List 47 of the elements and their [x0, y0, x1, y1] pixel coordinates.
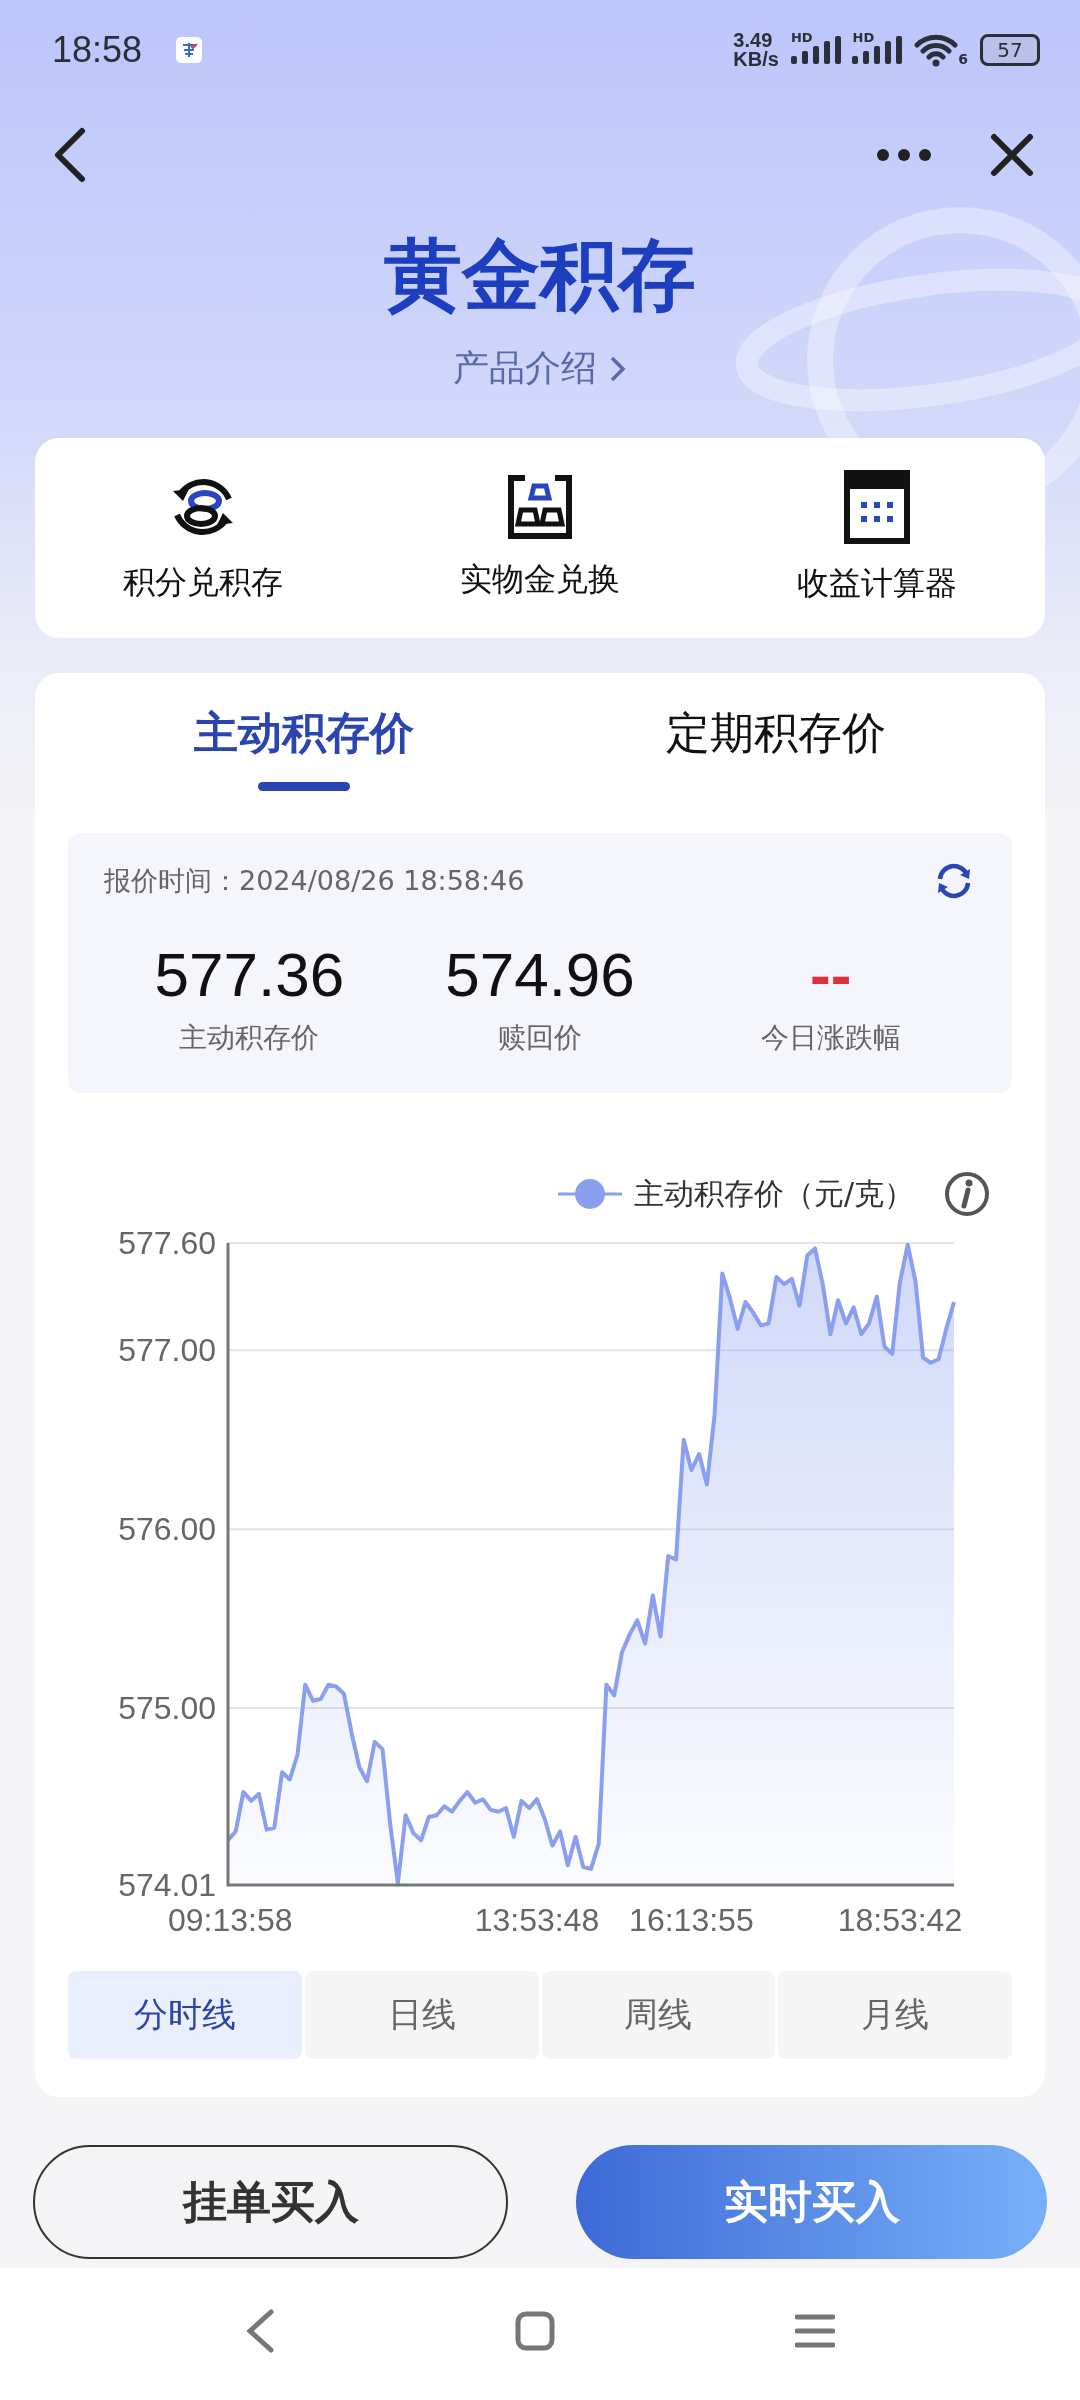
menu-icon[interactable] — [795, 2313, 835, 2349]
app-notification-icon — [176, 37, 203, 63]
y-axis-label: 577.60 — [118, 1225, 216, 1261]
period-tab[interactable]: 分时线 — [68, 1971, 302, 2059]
shortcut-button[interactable]: 积分兑积存 — [35, 438, 372, 638]
close-icon[interactable] — [990, 133, 1034, 177]
legend-marker-icon — [557, 1177, 622, 1211]
price-label: 今日涨跌幅 — [760, 1020, 901, 1056]
more-icon[interactable] — [876, 148, 932, 162]
period-tab[interactable]: 周线 — [541, 1971, 776, 2059]
y-axis-label: 576.00 — [118, 1511, 216, 1548]
y-axis-label: 575.00 — [118, 1689, 216, 1726]
hd-label: HD — [790, 30, 813, 45]
x-axis-label: 18:53:42 — [837, 1902, 963, 1938]
period-tab[interactable]: 月线 — [778, 1971, 1012, 2059]
hd-label: HD — [852, 30, 875, 45]
wifi-label: 6 — [958, 51, 968, 67]
y-axis-label: 577.00 — [118, 1332, 216, 1369]
nav-back-icon[interactable] — [245, 2309, 275, 2353]
price-tab[interactable]: 定期积存价 — [540, 673, 1012, 793]
price-value: 577.36 — [154, 939, 345, 1011]
limit-order-button[interactable]: 挂单买入 — [33, 2145, 508, 2259]
info-icon[interactable] — [944, 1171, 990, 1217]
home-icon[interactable] — [515, 2311, 555, 2351]
page-title: 黄金积存 — [383, 229, 697, 322]
price-tab[interactable]: 主动积存价 — [68, 673, 540, 793]
shortcut-button[interactable]: 实物金兑换 — [371, 438, 709, 638]
x-axis-label: 16:13:55 — [629, 1902, 754, 1938]
battery-indicator: 57 — [980, 34, 1040, 66]
price-label: 赎回价 — [498, 1020, 582, 1056]
wifi-icon — [914, 33, 959, 67]
quote-time: 报价时间：2024/08/26 18:58:46 — [104, 864, 525, 898]
calculator-icon — [843, 470, 910, 544]
price-value: 574.96 — [445, 939, 635, 1011]
legend-label: 主动积存价（元/克） — [633, 1174, 914, 1213]
status-time: 18:58 — [52, 29, 143, 71]
x-axis-label: 09:13:58 — [168, 1902, 293, 1938]
shortcut-button[interactable]: 收益计算器 — [708, 438, 1045, 638]
ingots-icon — [507, 474, 573, 540]
network-unit: KB/s — [733, 50, 779, 69]
product-intro-link[interactable]: 产品介绍 — [453, 344, 627, 393]
change-value: -- — [810, 939, 852, 1011]
network-speed: 3.49 — [733, 31, 774, 50]
price-label: 主动积存价 — [179, 1020, 320, 1056]
x-axis-label: 13:53:48 — [474, 1902, 600, 1938]
y-axis-label: 574.01 — [118, 1867, 216, 1903]
period-tab[interactable]: 日线 — [304, 1971, 539, 2059]
